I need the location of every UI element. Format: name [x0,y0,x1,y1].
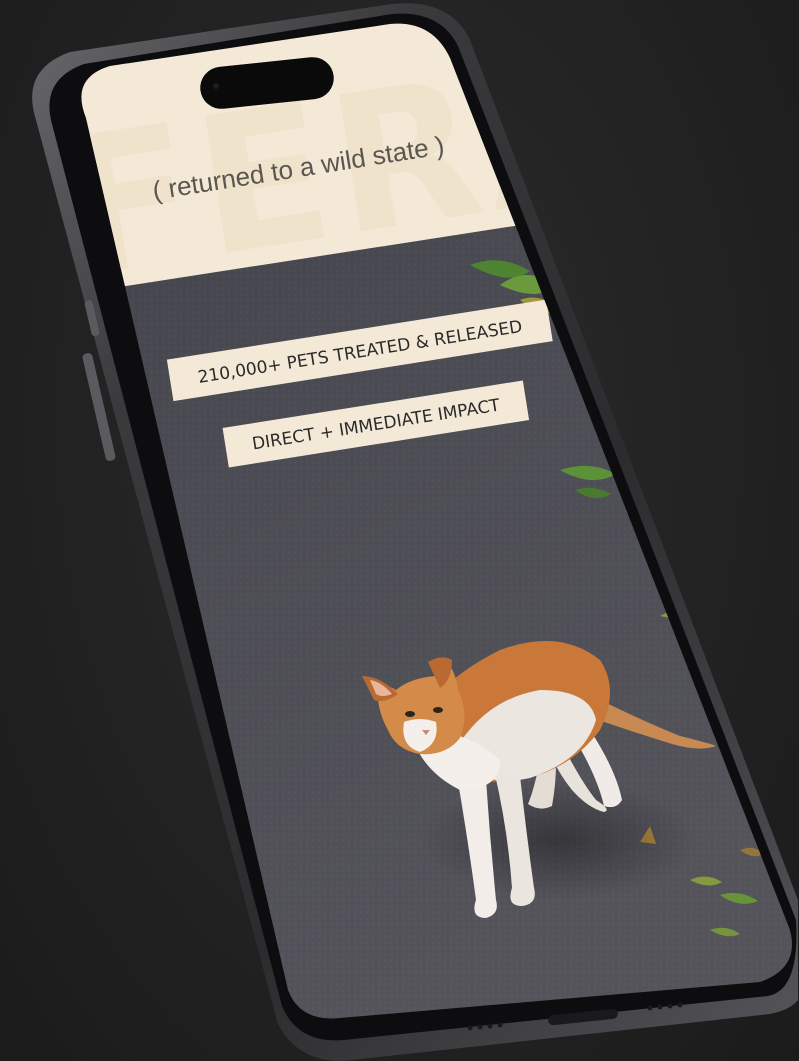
background-stage: FERAL ( returned to a wild state ) 210,0… [0,0,799,1061]
phone-mockup: FERAL ( returned to a wild state ) 210,0… [32,3,798,1061]
screen: FERAL ( returned to a wild state ) 210,0… [81,23,792,1019]
